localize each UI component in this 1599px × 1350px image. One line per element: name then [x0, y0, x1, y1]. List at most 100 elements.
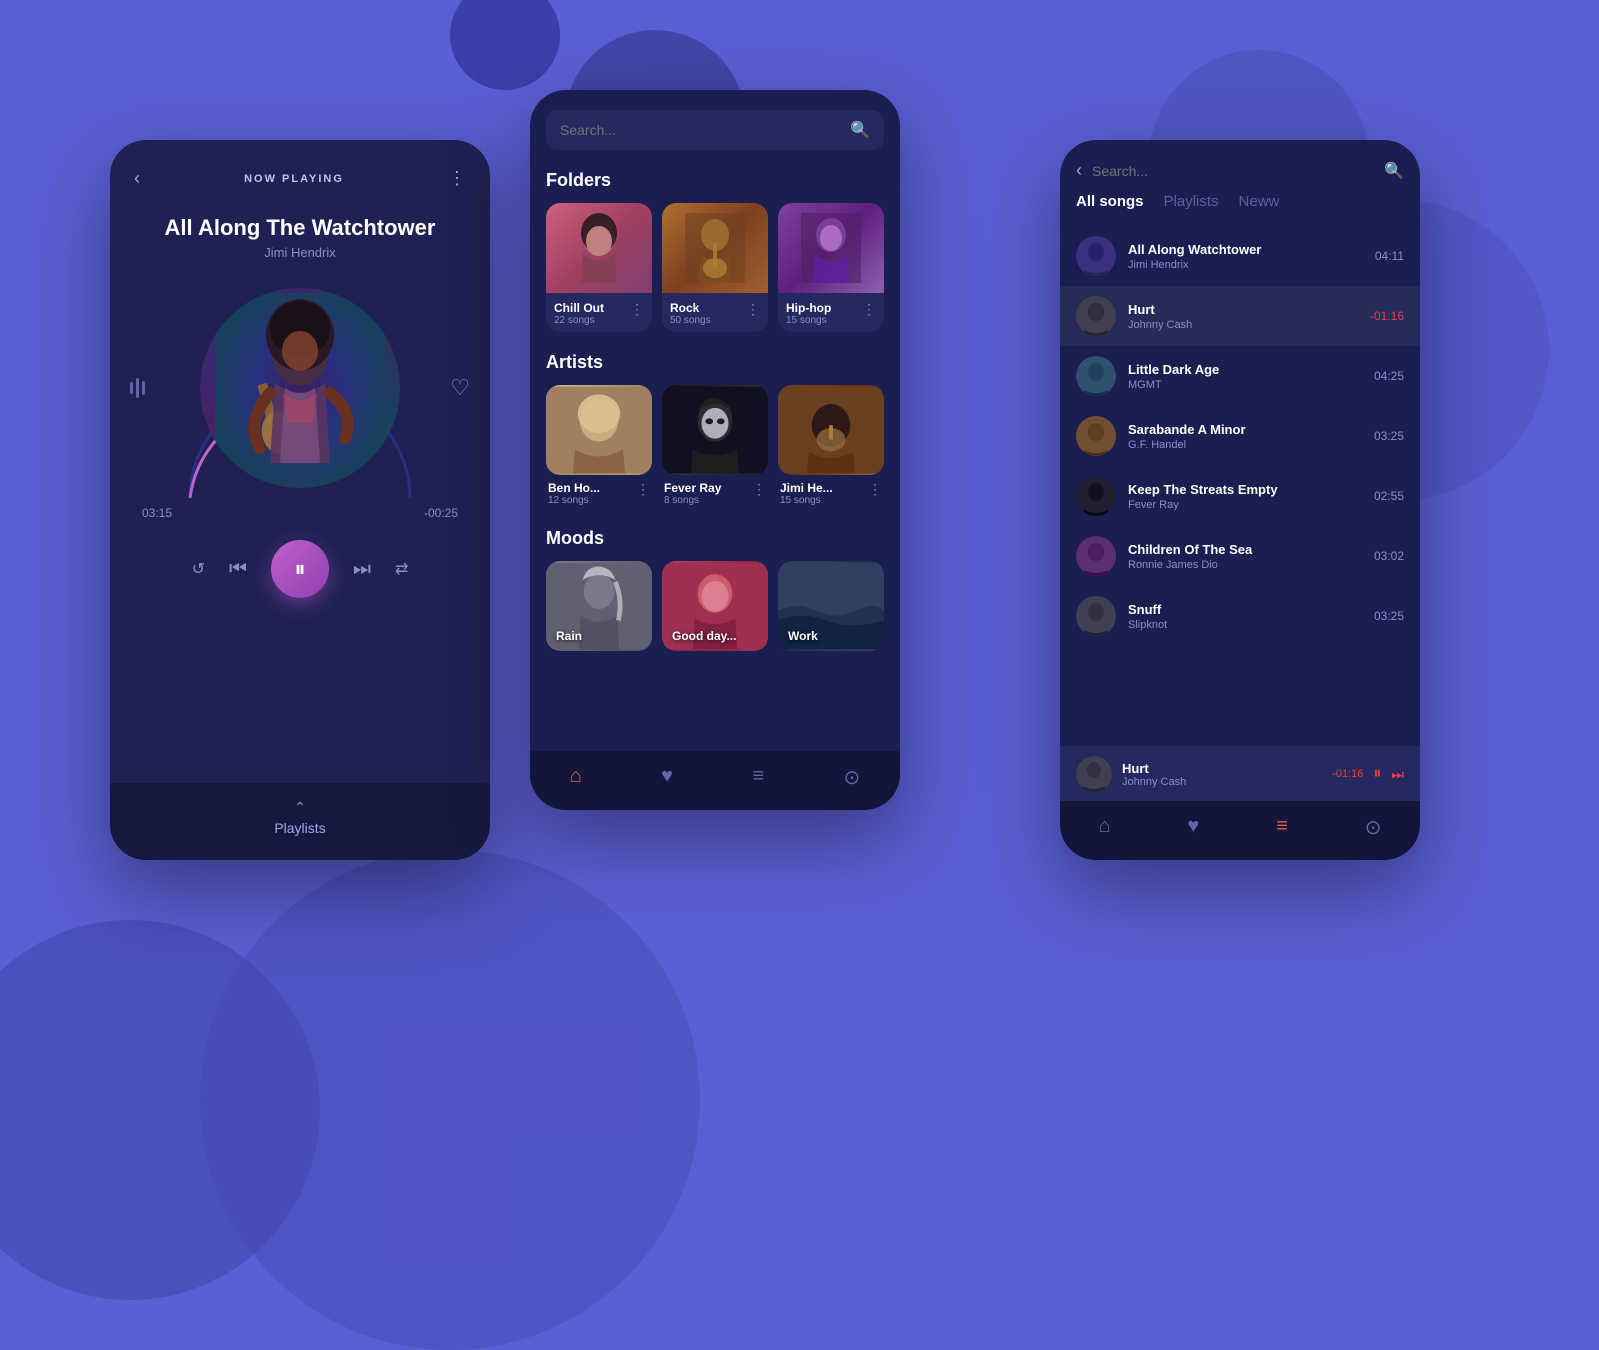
folders-section-title: Folders	[530, 166, 900, 203]
folder-hiphop-more[interactable]: ⋮	[862, 301, 876, 318]
mood-rain-label: Rain	[556, 629, 582, 643]
bottom-navigation-3: ⌂ ♥ ≡ ⊙	[1060, 801, 1420, 860]
artist-ben-more[interactable]: ⋮	[636, 481, 650, 498]
song-name-7: Snuff	[1128, 602, 1362, 617]
song-artist-5: Fever Ray	[1128, 499, 1362, 511]
jimi-he-art	[778, 385, 884, 475]
song-name-5: Keep The Streats Empty	[1128, 482, 1362, 497]
tab-playlists[interactable]: Playlists	[1164, 193, 1219, 214]
song-row-4[interactable]: Sarabande A Minor G.F. Handel 03:25	[1060, 406, 1420, 466]
folder-hiphop-info: Hip-hop 15 songs ⋮	[778, 293, 884, 332]
folder-rock-count: 50 songs	[670, 315, 711, 326]
folder-chill-out[interactable]: Chill Out 22 songs ⋮	[546, 203, 652, 332]
artist-jimi-he[interactable]: Jimi He... 15 songs ⋮	[778, 385, 884, 508]
artist-jimi-name: Jimi He...	[780, 481, 833, 495]
album-art-container: ♡	[110, 278, 490, 498]
mini-player[interactable]: Hurt Johnny Cash -01:16 ⏸ ⏭	[1060, 746, 1420, 802]
song-list: All Along Watchtower Jimi Hendrix 04:11 …	[1060, 226, 1420, 646]
artist-fever-ray[interactable]: Fever Ray 8 songs ⋮	[662, 385, 768, 508]
search-input[interactable]	[560, 122, 842, 138]
moods-section-title: Moods	[530, 524, 900, 561]
song-duration-1: 04:11	[1375, 249, 1404, 263]
shuffle-button[interactable]: ⇄	[395, 559, 408, 579]
song-row-5[interactable]: Keep The Streats Empty Fever Ray 02:55	[1060, 466, 1420, 526]
artist-fever-more[interactable]: ⋮	[752, 481, 766, 498]
song-artist-4: G.F. Handel	[1128, 439, 1362, 451]
search-bar[interactable]: 🔍	[546, 110, 884, 150]
tabs-row: All songs Playlists Neww	[1060, 193, 1420, 226]
song-name-1: All Along Watchtower	[1128, 242, 1363, 257]
song-row-1[interactable]: All Along Watchtower Jimi Hendrix 04:11	[1060, 226, 1420, 286]
pause-button[interactable]: ⏸	[271, 540, 329, 598]
mini-player-artist: Johnny Cash	[1122, 776, 1322, 788]
song-row-3[interactable]: Little Dark Age MGMT 04:25	[1060, 346, 1420, 406]
playback-controls: ↺ ⏮ ⏸ ⏭ ⇄	[110, 528, 490, 610]
nav-settings-icon-3[interactable]: ⊙	[1365, 815, 1382, 840]
back-button[interactable]: ‹	[134, 168, 140, 189]
nav-queue-icon[interactable]: ≡	[752, 765, 764, 790]
search-icon-3: 🔍	[1384, 161, 1404, 181]
song-info-1: All Along Watchtower Jimi Hendrix	[1128, 242, 1363, 271]
now-playing-screen: ‹ NOW PLAYING ⋮ All Along The Watchtower…	[110, 140, 490, 860]
song-name-4: Sarabande A Minor	[1128, 422, 1362, 437]
song-artist-3: MGMT	[1128, 379, 1362, 391]
browse-screen: 🔍 Folders Chill Out 22 songs ⋮	[530, 90, 900, 810]
current-time: 03:15	[142, 506, 172, 520]
nav-settings-icon[interactable]: ⊙	[844, 765, 861, 790]
remaining-time: -00:25	[424, 506, 458, 520]
folder-hiphop-name: Hip-hop	[786, 301, 831, 315]
nav-favorites-icon[interactable]: ♥	[661, 765, 673, 790]
song-row-6[interactable]: Children Of The Sea Ronnie James Dio 03:…	[1060, 526, 1420, 586]
tab-neww[interactable]: Neww	[1239, 193, 1280, 214]
nav-home-icon-3[interactable]: ⌂	[1098, 815, 1110, 840]
avatar-img-3	[1076, 356, 1116, 396]
pause-icon: ⏸	[294, 556, 305, 582]
mini-player-title: Hurt	[1122, 761, 1322, 776]
song-artist-2: Johnny Cash	[1128, 319, 1358, 331]
mood-good-day[interactable]: Good day...	[662, 561, 768, 651]
song-duration-7: 03:25	[1374, 609, 1404, 623]
song-list-screen: ‹ 🔍 All songs Playlists Neww All Along W…	[1060, 140, 1420, 860]
mood-work[interactable]: Work	[778, 561, 884, 651]
artist-fever-thumb	[662, 385, 768, 475]
folder-hiphop-count: 15 songs	[786, 315, 831, 326]
song-duration-5: 02:55	[1374, 489, 1404, 503]
song-row-7[interactable]: Snuff Slipknot 03:25	[1060, 586, 1420, 646]
nav-favorites-icon-3[interactable]: ♥	[1187, 815, 1199, 840]
tab-all-songs[interactable]: All songs	[1076, 193, 1144, 214]
previous-button[interactable]: ⏮	[229, 558, 247, 581]
nav-home-icon[interactable]: ⌂	[570, 765, 582, 790]
song-artist-6: Ronnie James Dio	[1128, 559, 1362, 571]
rock-thumbnail-art	[685, 213, 745, 283]
mood-rain[interactable]: Rain	[546, 561, 652, 651]
fever-ray-art	[662, 385, 768, 475]
mini-player-info: Hurt Johnny Cash	[1122, 761, 1322, 788]
artist-jimi-more[interactable]: ⋮	[868, 481, 882, 498]
nav-queue-icon-3[interactable]: ≡	[1276, 815, 1288, 840]
song-duration-6: 03:02	[1374, 549, 1404, 563]
folder-chill-count: 22 songs	[554, 315, 604, 326]
next-button[interactable]: ⏭	[353, 558, 371, 581]
moods-grid: Rain Good day... Work	[530, 561, 900, 651]
artist-jimi-info: Jimi He... 15 songs ⋮	[778, 475, 884, 508]
song-row-2[interactable]: Hurt Johnny Cash -01:16	[1060, 286, 1420, 346]
folder-chill-more[interactable]: ⋮	[630, 301, 644, 318]
artist-ben-ho[interactable]: Ben Ho... 12 songs ⋮	[546, 385, 652, 508]
song-avatar-7	[1076, 596, 1116, 636]
folder-hiphop[interactable]: Hip-hop 15 songs ⋮	[778, 203, 884, 332]
mini-next-icon[interactable]: ⏭	[1391, 766, 1404, 783]
folder-rock-more[interactable]: ⋮	[746, 301, 760, 318]
back-button-3[interactable]: ‹	[1076, 160, 1082, 181]
more-options-button[interactable]: ⋮	[448, 168, 466, 189]
folder-rock[interactable]: Rock 50 songs ⋮	[662, 203, 768, 332]
song-avatar-1	[1076, 236, 1116, 276]
folder-rock-info: Rock 50 songs ⋮	[662, 293, 768, 332]
mood-work-label: Work	[788, 629, 818, 643]
search-input-3[interactable]	[1092, 163, 1374, 179]
playlists-section[interactable]: ⌃ Playlists	[110, 783, 490, 860]
song-duration-4: 03:25	[1374, 429, 1404, 443]
mini-pause-icon[interactable]: ⏸	[1373, 765, 1381, 783]
favorite-button[interactable]: ♡	[450, 375, 470, 401]
mini-player-avatar	[1076, 756, 1112, 792]
repeat-button[interactable]: ↺	[192, 559, 205, 579]
